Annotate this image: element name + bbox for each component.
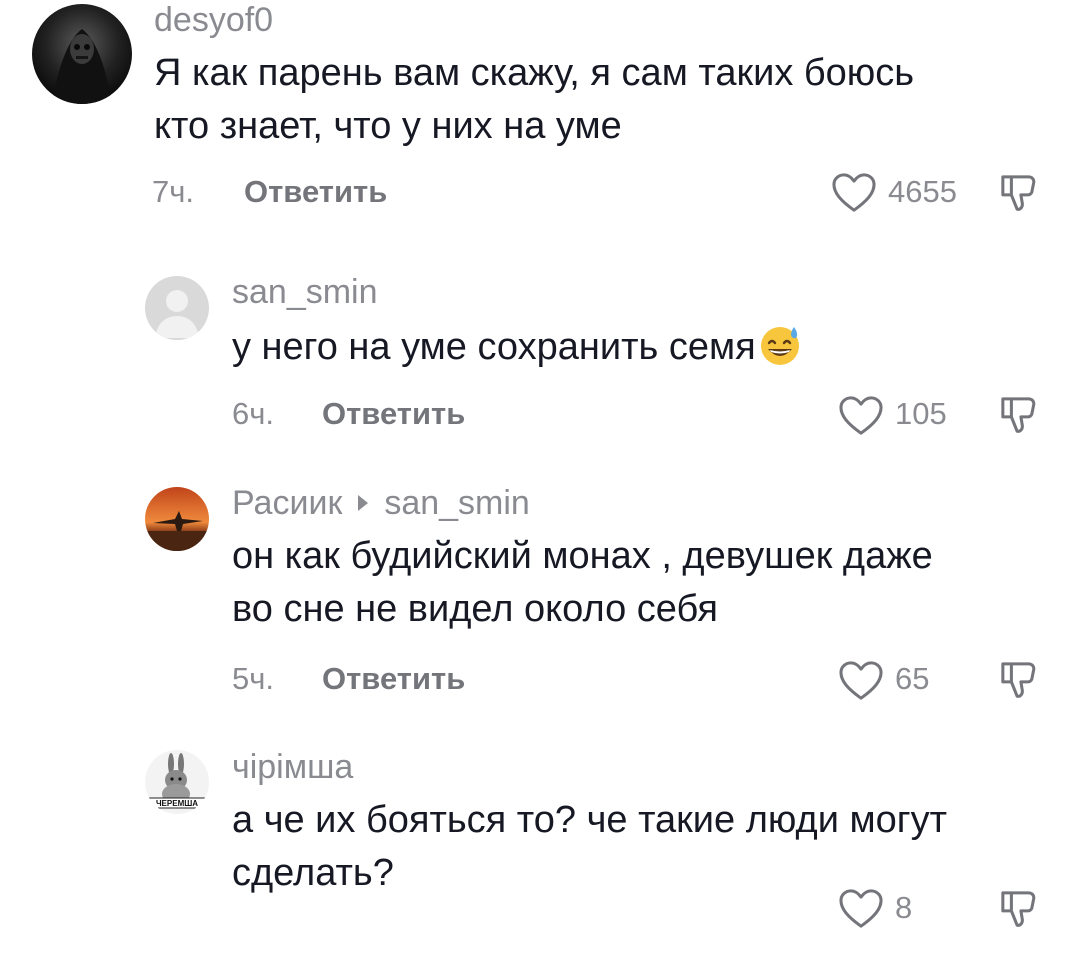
- reply-button[interactable]: Ответить: [244, 172, 387, 212]
- comment-username[interactable]: чірімша: [232, 747, 353, 787]
- like-count: 8: [895, 890, 913, 925]
- comment-text-line: сделать?: [232, 852, 394, 894]
- comment-text-line: а че их бояться то? че такие люди могут: [232, 799, 948, 841]
- avatar[interactable]: [145, 487, 209, 551]
- thumbs-down-icon[interactable]: [1000, 659, 1038, 701]
- comment-author[interactable]: Расиик: [232, 484, 342, 522]
- comment-text-line: кто знает, что у них на уме: [154, 105, 622, 147]
- avatar[interactable]: [145, 276, 209, 340]
- comment-username[interactable]: san_smin: [232, 272, 378, 312]
- comment-username: Расиик san_smin: [232, 483, 530, 523]
- comment-time: 7ч.: [152, 174, 195, 209]
- comment-text-line: во сне не видел около себя: [232, 588, 718, 630]
- heart-outline-icon[interactable]: [838, 888, 884, 930]
- reply-to-username[interactable]: san_smin: [384, 484, 530, 522]
- thumbs-down-icon[interactable]: [1000, 172, 1038, 214]
- comment-time: 6ч.: [232, 396, 275, 431]
- heart-outline-icon[interactable]: [831, 172, 877, 214]
- heart-outline-icon[interactable]: [838, 660, 884, 702]
- like-count: 65: [895, 661, 930, 696]
- reply-button[interactable]: Ответить: [322, 394, 465, 434]
- comment-text: у него на уме сохранить семя: [232, 326, 756, 368]
- thumbs-down-icon[interactable]: [1000, 888, 1038, 930]
- avatar-text: ЧЕРЕМША: [156, 799, 198, 808]
- comment-username[interactable]: desyof0: [154, 0, 273, 40]
- heart-outline-icon[interactable]: [838, 395, 884, 437]
- avatar[interactable]: [32, 4, 132, 104]
- reply-button[interactable]: Ответить: [322, 659, 465, 699]
- avatar[interactable]: ЧЕРЕМША: [145, 750, 209, 814]
- grinning-face-with-sweat-emoji: [760, 327, 799, 365]
- comment-text-line: он как будийский монах , девушек даже: [232, 535, 933, 577]
- reply-to-arrow-icon: [358, 495, 369, 512]
- like-count: 4655: [888, 174, 957, 209]
- thumbs-down-icon[interactable]: [1000, 394, 1038, 436]
- comment-text-line: Я как парень вам скажу, я сам таких боюс…: [154, 52, 915, 94]
- like-count: 105: [895, 396, 947, 431]
- comment-time: 5ч.: [232, 661, 275, 696]
- comment-text-line: у него на уме сохранить семя: [232, 321, 802, 374]
